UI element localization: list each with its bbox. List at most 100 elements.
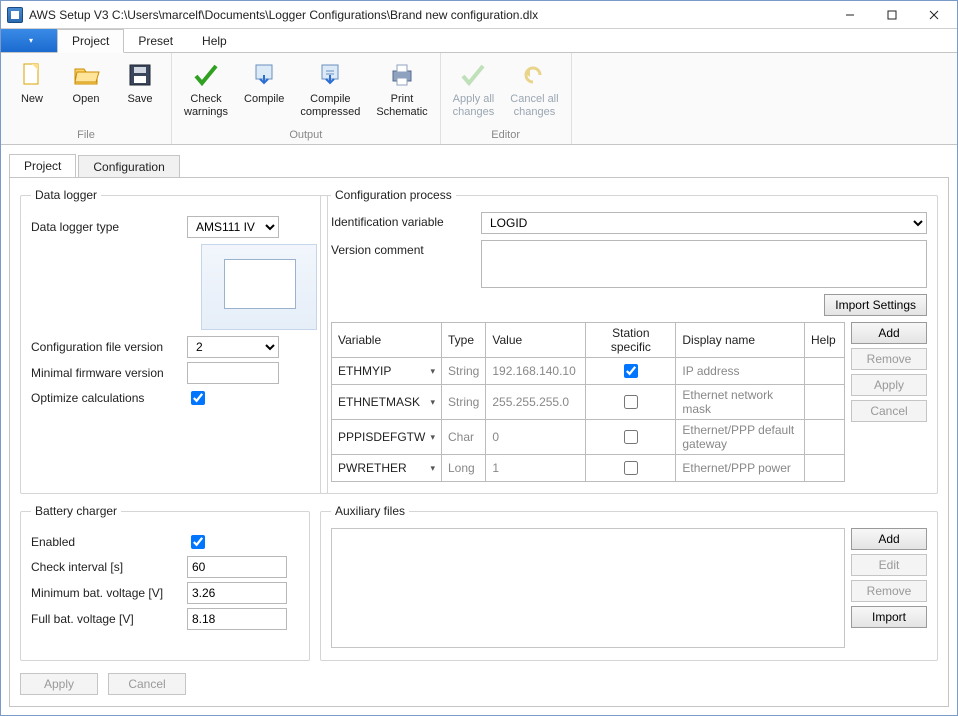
cfg-file-version-select[interactable]: 2: [187, 336, 279, 358]
device-preview-image: [201, 244, 317, 330]
minimize-button[interactable]: [829, 2, 871, 28]
col-display: Display name: [676, 323, 805, 358]
col-variable: Variable: [332, 323, 442, 358]
optimize-checkbox[interactable]: [191, 391, 205, 405]
app-icon: [7, 7, 23, 23]
compile-compressed-icon: [314, 59, 346, 91]
compile-icon: [248, 59, 280, 91]
battery-enabled-label: Enabled: [31, 535, 181, 549]
data-logger-type-select[interactable]: AMS111 IV: [187, 216, 279, 238]
open-button[interactable]: Open: [63, 57, 109, 127]
import-settings-button[interactable]: Import Settings: [824, 294, 927, 316]
titlebar: AWS Setup V3 C:\Users\marcelf\Documents\…: [1, 1, 957, 29]
group-config-process-legend: Configuration process: [331, 188, 456, 202]
aux-import-button[interactable]: Import: [851, 606, 927, 628]
ribbon-group-output-label: Output: [180, 127, 432, 144]
window-title: AWS Setup V3 C:\Users\marcelf\Documents\…: [29, 8, 829, 22]
page-tabs: Project Configuration: [1, 145, 957, 177]
group-data-logger-legend: Data logger: [31, 188, 101, 202]
group-battery: Battery charger Enabled Check interval […: [20, 504, 310, 660]
table-row[interactable]: PPPISDEFGTW▾ Char 0 Ethernet/PPP default…: [332, 420, 845, 455]
optimize-label: Optimize calculations: [31, 391, 181, 405]
idvar-select[interactable]: LOGID: [481, 212, 927, 234]
station-specific-checkbox[interactable]: [624, 395, 638, 409]
undo-icon: [518, 59, 550, 91]
data-logger-type-label: Data logger type: [31, 220, 181, 234]
page-tab-configuration[interactable]: Configuration: [78, 155, 179, 178]
menu-tab-preset[interactable]: Preset: [124, 29, 188, 52]
ribbon-group-output: Check warnings Compile Compile compresse…: [172, 53, 441, 144]
page-tab-project[interactable]: Project: [9, 154, 76, 178]
station-specific-checkbox[interactable]: [624, 430, 638, 444]
footer-apply-button: Apply: [20, 673, 98, 695]
vercomment-textarea[interactable]: [481, 240, 927, 288]
maximize-button[interactable]: [871, 2, 913, 28]
footer-buttons: Apply Cancel: [20, 673, 938, 696]
group-aux: Auxiliary files Add Edit Remove Import: [320, 504, 938, 660]
full-voltage-input[interactable]: [187, 608, 287, 630]
col-value: Value: [486, 323, 586, 358]
idvar-label: Identification variable: [331, 212, 471, 229]
table-row[interactable]: ETHNETMASK▾ String 255.255.255.0 Etherne…: [332, 385, 845, 420]
close-button[interactable]: [913, 2, 955, 28]
vars-apply-button: Apply: [851, 374, 927, 396]
station-specific-checkbox[interactable]: [624, 364, 638, 378]
menubar: Project Preset Help: [1, 29, 957, 53]
vercomment-label: Version comment: [331, 240, 471, 257]
group-config-process: Configuration process Identification var…: [320, 188, 938, 494]
menu-tab-help[interactable]: Help: [188, 29, 242, 52]
save-button[interactable]: Save: [117, 57, 163, 127]
cfg-file-version-label: Configuration file version: [31, 340, 181, 354]
table-row[interactable]: PWRETHER▾ Long 1 Ethernet/PPP power: [332, 455, 845, 482]
vars-remove-button: Remove: [851, 348, 927, 370]
ribbon-group-editor: Apply all changes Cancel all changes Edi…: [441, 53, 572, 144]
check-icon: [190, 59, 222, 91]
min-firmware-input[interactable]: [187, 362, 279, 384]
menu-tab-project[interactable]: Project: [57, 29, 124, 53]
vars-add-button[interactable]: Add: [851, 322, 927, 344]
col-station: Station specific: [586, 323, 676, 358]
compile-compressed-button[interactable]: Compile compressed: [296, 57, 364, 127]
printer-icon: [386, 59, 418, 91]
variables-table: Variable Type Value Station specific Dis…: [331, 322, 845, 482]
min-firmware-label: Minimal firmware version: [31, 366, 181, 380]
col-help: Help: [805, 323, 845, 358]
new-button[interactable]: New: [9, 57, 55, 127]
station-specific-checkbox[interactable]: [624, 461, 638, 475]
vars-cancel-button: Cancel: [851, 400, 927, 422]
min-voltage-label: Minimum bat. voltage [V]: [31, 586, 181, 600]
check-interval-input[interactable]: [187, 556, 287, 578]
chevron-down-icon[interactable]: ▾: [430, 366, 435, 377]
col-type: Type: [442, 323, 486, 358]
cancel-all-button: Cancel all changes: [506, 57, 562, 127]
ribbon: New Open Save File Check warnings: [1, 53, 957, 145]
apply-all-button: Apply all changes: [449, 57, 499, 127]
group-battery-legend: Battery charger: [31, 504, 121, 518]
print-schematic-button[interactable]: Print Schematic: [372, 57, 431, 127]
app-window: AWS Setup V3 C:\Users\marcelf\Documents\…: [0, 0, 958, 716]
footer-cancel-button: Cancel: [108, 673, 186, 695]
ribbon-group-file: New Open Save File: [1, 53, 172, 144]
chevron-down-icon[interactable]: ▾: [430, 397, 435, 408]
aux-files-list[interactable]: [331, 528, 845, 648]
check-warnings-button[interactable]: Check warnings: [180, 57, 232, 127]
ribbon-group-file-label: File: [9, 127, 163, 144]
chevron-down-icon[interactable]: ▾: [430, 463, 435, 474]
aux-add-button[interactable]: Add: [851, 528, 927, 550]
floppy-icon: [124, 59, 156, 91]
document-new-icon: [16, 59, 48, 91]
chevron-down-icon[interactable]: ▾: [430, 432, 435, 443]
aux-remove-button: Remove: [851, 580, 927, 602]
min-voltage-input[interactable]: [187, 582, 287, 604]
check-interval-label: Check interval [s]: [31, 560, 181, 574]
ribbon-group-editor-label: Editor: [449, 127, 563, 144]
page-body: Data logger Data logger type AMS111 IV C…: [9, 177, 949, 707]
battery-enabled-checkbox[interactable]: [191, 535, 205, 549]
full-voltage-label: Full bat. voltage [V]: [31, 612, 181, 626]
compile-button[interactable]: Compile: [240, 57, 288, 127]
table-row[interactable]: ETHMYIP▾ String 192.168.140.10 IP addres…: [332, 358, 845, 385]
group-data-logger: Data logger Data logger type AMS111 IV C…: [20, 188, 328, 494]
group-aux-legend: Auxiliary files: [331, 504, 409, 518]
aux-edit-button: Edit: [851, 554, 927, 576]
file-menu[interactable]: [1, 29, 57, 52]
